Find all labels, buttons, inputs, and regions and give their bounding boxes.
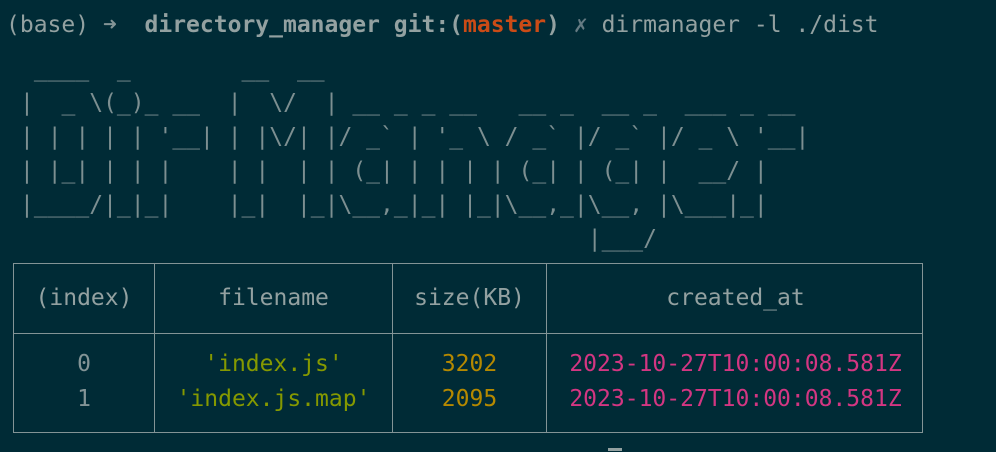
header-size: size(KB) (414, 285, 525, 311)
row-created-at: 2023-10-27T10:00:08.581Z (569, 351, 902, 377)
current-directory: directory_manager (144, 12, 380, 38)
row-size: 2095 (441, 386, 498, 412)
banner-line: | | | | | '__| | |\/| |/ _` | '_ \ / _` … (20, 124, 810, 150)
row-index: 0 (77, 351, 91, 377)
row-filename: 'index.js' (204, 351, 343, 377)
row-index: 1 (77, 386, 91, 412)
ascii-banner: ____ _ __ __ | _ \(_)_ __ | \/ | __ _ _ … (20, 52, 809, 256)
command-text: dirmanager -l ./dist (601, 12, 879, 38)
row-filename: 'index.js.map' (176, 386, 371, 412)
git-branch: master (463, 12, 547, 38)
row-size: 3202 (441, 351, 498, 377)
header-filename: filename (218, 285, 329, 311)
prompt-line: (base) ➜ directory_manager git:(master) … (6, 8, 879, 42)
terminal-cursor (608, 448, 622, 451)
cross-icon: ✗ (573, 12, 588, 38)
conda-env: (base) (6, 12, 90, 38)
header-created-at: created_at (666, 285, 805, 311)
output-table: (index) filename size(KB) created_at 0 '… (13, 263, 923, 433)
header-divider (14, 333, 922, 334)
banner-line: |___/ (20, 226, 657, 252)
banner-line: | _ \(_)_ __ | \/ | __ _ _ __ __ _ __ _ … (20, 90, 796, 116)
header-index: (index) (35, 285, 133, 311)
arrow-right-icon: ➜ (102, 12, 117, 38)
banner-line: | |_| | | | | | | | (_| | | | | (_| | (_… (20, 158, 768, 184)
banner-line: |____/|_|_| |_| |_|\__,_|_| |_|\__,_|\__… (20, 192, 768, 218)
git-prefix: git:( (393, 12, 464, 38)
git-suffix: ) (546, 12, 560, 38)
row-created-at: 2023-10-27T10:00:08.581Z (569, 386, 902, 412)
banner-line: ____ _ __ __ (20, 56, 325, 82)
